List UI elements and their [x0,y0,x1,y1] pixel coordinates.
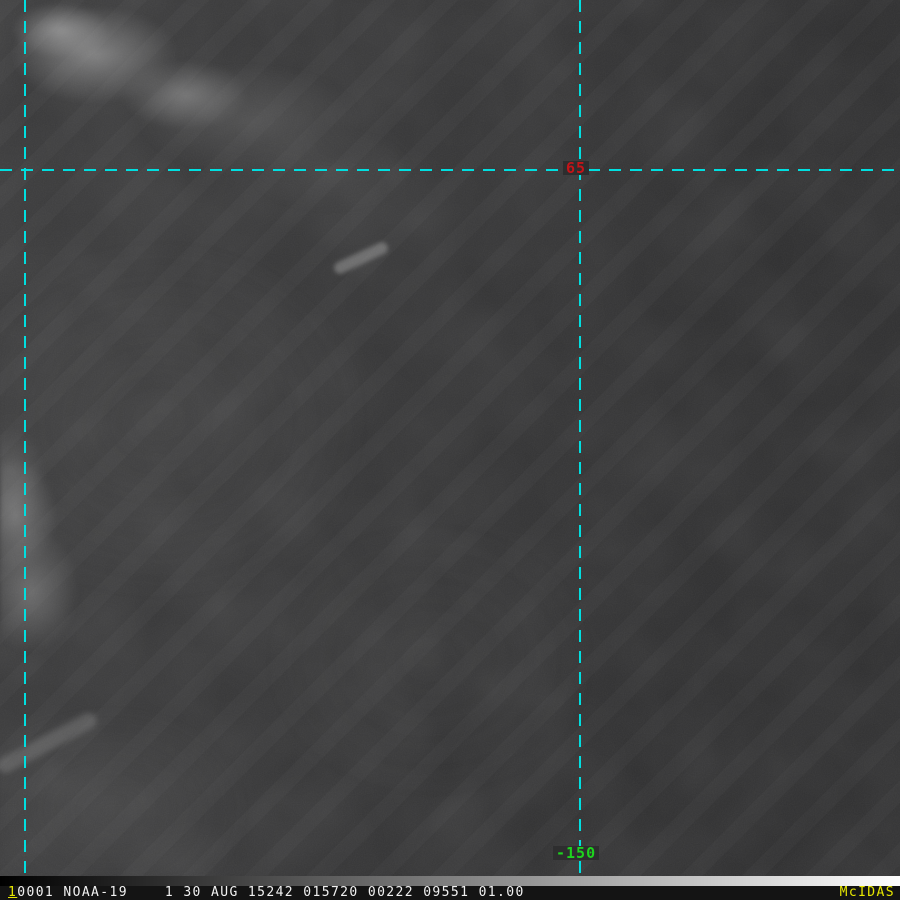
image-info-text: 0001 NOAA-19 1 30 AUG 15242 015720 00222… [17,885,525,900]
latitude-label: 65 [563,161,590,176]
mcidas-brand-label: McIDAS [839,885,895,900]
longitude-gridline-150w [579,0,581,876]
mcidas-window: 65 -150 1 0001 NOAA-19 1 30 AUG 15242 015… [0,0,900,900]
status-bar: 1 0001 NOAA-19 1 30 AUG 15242 015720 0022… [0,886,900,900]
frame-number: 1 [8,885,18,900]
satellite-image[interactable]: 65 -150 [0,0,900,876]
longitude-label: -150 [553,846,600,861]
longitude-gridline-left [24,0,26,876]
image-noise-texture [0,0,900,876]
latitude-gridline-65n [0,169,900,171]
